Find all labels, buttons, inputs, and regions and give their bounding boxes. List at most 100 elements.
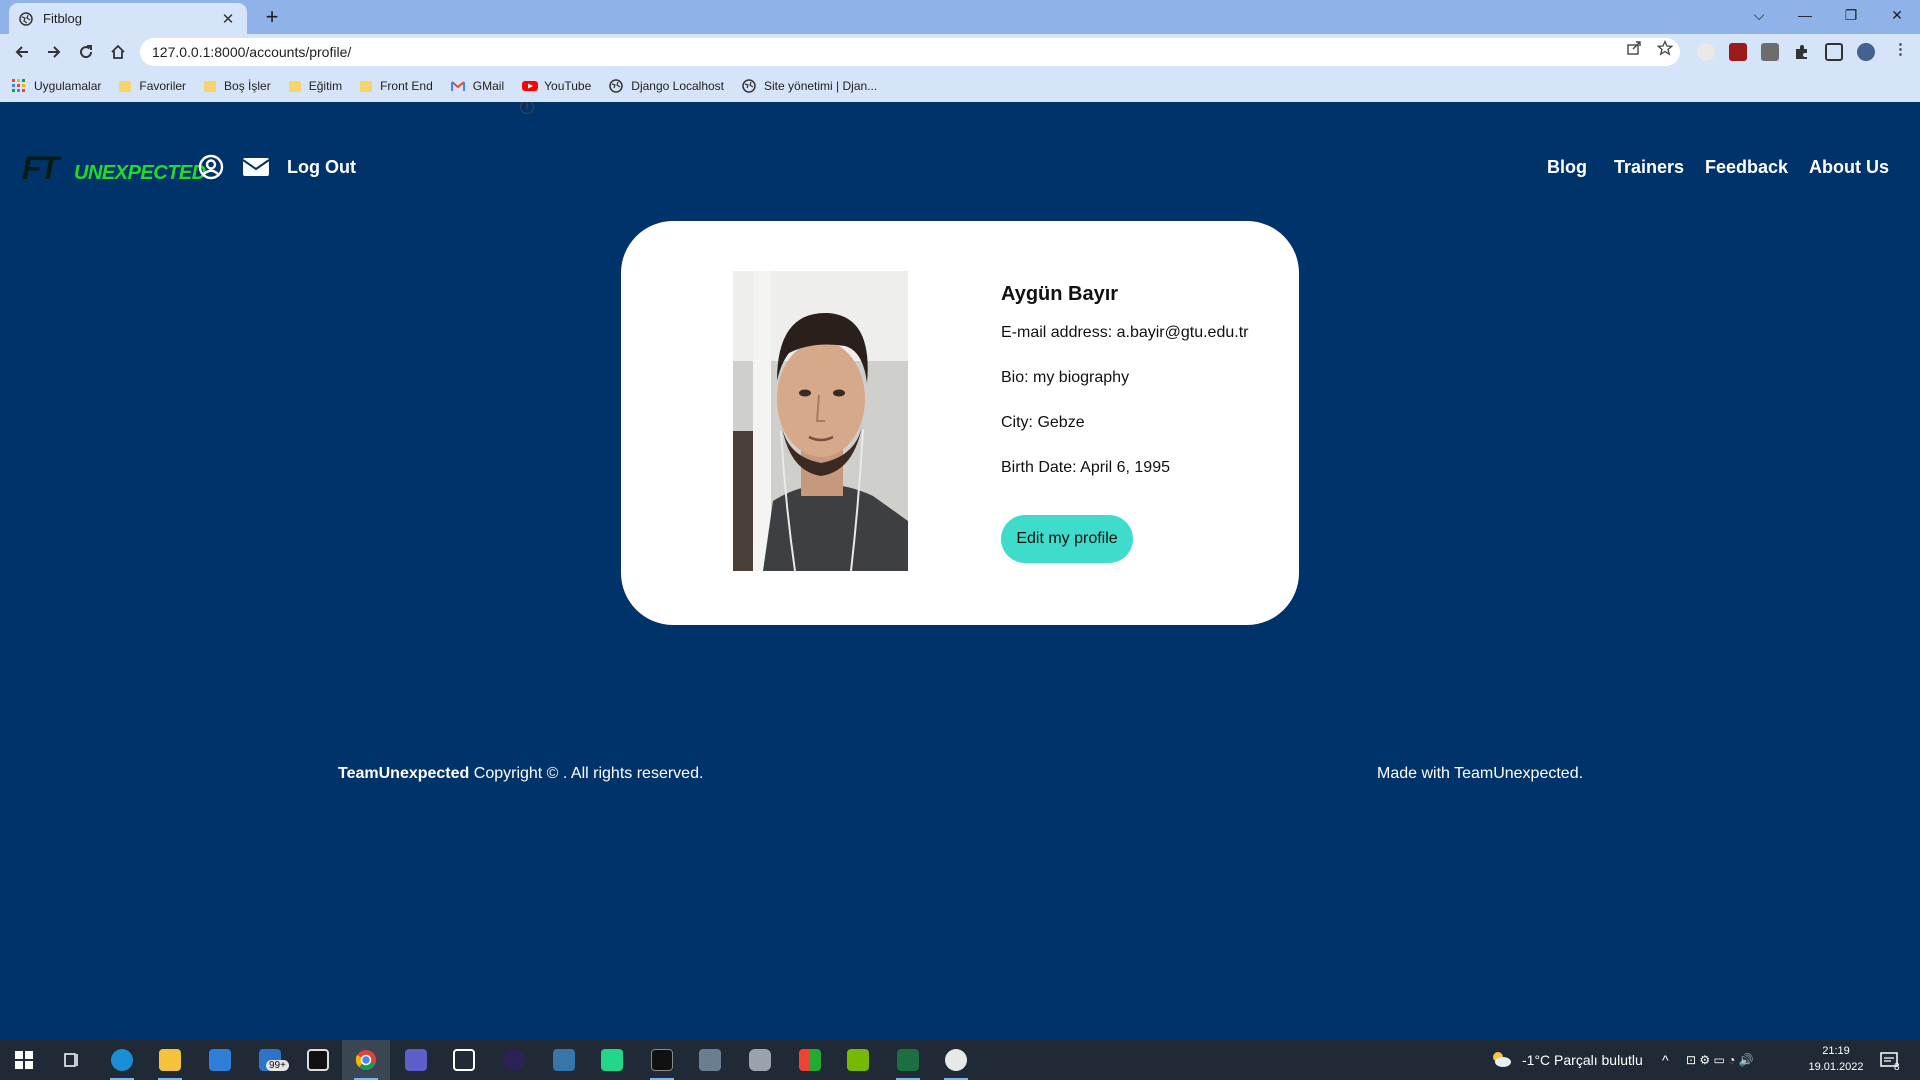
logout-link[interactable]: Log Out — [287, 157, 356, 178]
gmail-icon — [450, 79, 465, 93]
address-bar[interactable]: i 127.0.0.1:8000/accounts/profile/ — [140, 38, 1680, 114]
tab-title: Fitblog — [43, 11, 83, 26]
weather-widget[interactable]: -1°C Parçalı bulutlu — [1490, 1040, 1643, 1080]
start-windows-icon[interactable] — [0, 1040, 48, 1080]
ublock-icon[interactable] — [1729, 43, 1747, 61]
bookmark-egitim[interactable]: Eğitim — [288, 79, 343, 93]
tab-close-icon[interactable]: ✕ — [219, 10, 237, 28]
bookmark-site-yonetimi[interactable]: Site yönetimi | Djan... — [742, 79, 877, 93]
store-icon[interactable] — [196, 1040, 244, 1080]
nav-about-us[interactable]: About Us — [1809, 157, 1889, 178]
folder-icon — [204, 80, 217, 92]
tab-search-icon[interactable]: ⌵ — [1737, 0, 1781, 30]
browser-tab[interactable]: Fitblog ✕ — [9, 3, 247, 34]
folder-icon — [119, 80, 132, 92]
nav-blog[interactable]: Blog — [1547, 157, 1587, 178]
edit-profile-button[interactable]: Edit my profile — [1001, 515, 1133, 563]
site-logo[interactable]: FT UNEXPECTED — [22, 148, 206, 188]
home-icon[interactable] — [104, 38, 132, 66]
bookmark-bos-isler[interactable]: Boş İşler — [204, 79, 271, 93]
folder-icon — [288, 80, 301, 92]
windows-taskbar: 99+ -1°C Parçalı bulutlu ^ ⊡ ⚙ ▭ ◔ 🔊 21:… — [0, 1040, 1920, 1080]
bookmark-apps[interactable]: Uygulamalar — [12, 79, 101, 93]
profile-info: Aygün Bayır E-mail address: a.bayir@gtu.… — [1001, 283, 1291, 476]
apps-grid-icon — [12, 79, 26, 93]
bookmark-front-end[interactable]: Front End — [360, 79, 433, 93]
share-icon[interactable] — [1626, 40, 1642, 60]
bookmark-label: Front End — [380, 79, 433, 93]
excel-icon[interactable] — [884, 1040, 932, 1080]
logo-unexpected: UNEXPECTED — [74, 162, 206, 184]
bookmark-label: Eğitim — [308, 79, 343, 93]
profile-name: Aygün Bayır — [1001, 283, 1119, 305]
envelope-icon[interactable] — [242, 154, 270, 180]
profile-city: City: Gebze — [1001, 414, 1085, 431]
paint-icon[interactable] — [932, 1040, 980, 1080]
task-view-icon[interactable] — [48, 1040, 96, 1080]
clock-time: 21:19 — [1822, 1045, 1850, 1057]
footer-brand: TeamUnexpected — [338, 765, 470, 782]
bookmark-django-localhost[interactable]: Django Localhost — [609, 79, 724, 93]
bookmark-label: YouTube — [544, 79, 592, 93]
bookmark-label: Django Localhost — [631, 79, 725, 93]
terminal-icon[interactable] — [638, 1040, 686, 1080]
bookmark-favoriler[interactable]: Favoriler — [119, 79, 186, 93]
weather-text: -1°C Parçalı bulutlu — [1522, 1052, 1643, 1068]
dolby-icon[interactable] — [294, 1040, 342, 1080]
bookmark-star-icon[interactable] — [1656, 39, 1674, 60]
site-header: FT UNEXPECTED Log Out Blog Trainers Feed… — [0, 102, 1920, 232]
bookmark-label: GMail — [472, 79, 505, 93]
extensions-puzzle-icon[interactable] — [1793, 43, 1811, 61]
show-hidden-icons-icon[interactable]: ^ — [1662, 1040, 1669, 1080]
mail-badge: 99+ — [266, 1060, 289, 1071]
profile-bio: Bio: my biography — [1001, 369, 1130, 386]
side-panel-icon[interactable] — [1825, 43, 1843, 61]
url-text: 127.0.0.1:8000/accounts/profile/ — [152, 44, 352, 60]
nav-trainers[interactable]: Trainers — [1614, 157, 1684, 178]
restore-button[interactable]: ❐ — [1829, 0, 1873, 30]
forward-icon[interactable] — [40, 38, 68, 66]
calculator-icon[interactable] — [686, 1040, 734, 1080]
logo-ft: FT — [22, 150, 59, 186]
globe-icon — [609, 79, 624, 93]
clock-date: 19.01.2022 — [1808, 1061, 1864, 1073]
footer-made-with: Made with TeamUnexpected. — [1377, 765, 1584, 782]
bookmark-youtube[interactable]: YouTube — [522, 79, 591, 93]
taskbar-clock[interactable]: 21:19 19.01.2022 — [1806, 1043, 1866, 1075]
profile-email: E-mail address: a.bayir@gtu.edu.tr — [1001, 324, 1249, 341]
pycharm-icon[interactable] — [588, 1040, 636, 1080]
bookmark-gmail[interactable]: GMail — [450, 79, 505, 93]
mail-icon[interactable]: 99+ — [246, 1040, 294, 1080]
extension-g-icon[interactable] — [1697, 43, 1715, 61]
python-icon[interactable] — [540, 1040, 588, 1080]
user-circle-icon[interactable] — [198, 154, 224, 180]
teams-icon[interactable] — [392, 1040, 440, 1080]
chrome-icon[interactable] — [342, 1040, 390, 1080]
file-explorer-icon[interactable] — [146, 1040, 194, 1080]
reload-icon[interactable] — [72, 38, 100, 66]
new-tab-button[interactable]: + — [258, 3, 286, 31]
bookmark-label: Site yönetimi | Djan... — [764, 79, 878, 93]
3d-box-icon[interactable] — [440, 1040, 488, 1080]
notifications-icon[interactable]: 8 — [1880, 1040, 1900, 1080]
bookmarks-bar: Uygulamalar Favoriler Boş İşler Eğitim F… — [0, 70, 1920, 102]
menu-kebab-icon[interactable]: ⋮ — [1893, 40, 1908, 58]
close-window-button[interactable]: ✕ — [1875, 0, 1919, 30]
eclipse-icon[interactable] — [490, 1040, 538, 1080]
profile-card: Aygün Bayır E-mail address: a.bayir@gtu.… — [621, 221, 1299, 625]
browser-toolbar: i 127.0.0.1:8000/accounts/profile/ ⋮ — [0, 34, 1920, 114]
back-icon[interactable] — [8, 38, 36, 66]
nvidia-icon[interactable] — [834, 1040, 882, 1080]
youtube-icon — [522, 79, 539, 93]
profile-photo — [733, 271, 908, 571]
edge-icon[interactable] — [98, 1040, 146, 1080]
profile-avatar-icon[interactable] — [1857, 43, 1875, 61]
notification-count: 8 — [1894, 1061, 1900, 1073]
minimize-button[interactable]: — — [1783, 0, 1827, 30]
camera-icon[interactable] — [736, 1040, 784, 1080]
office-icon[interactable] — [786, 1040, 834, 1080]
extension-f-icon[interactable] — [1761, 43, 1779, 61]
nav-feedback[interactable]: Feedback — [1705, 157, 1788, 178]
tray-icons[interactable]: ⊡ ⚙ ▭ ◔ 🔊 — [1686, 1040, 1754, 1080]
profile-birth-date: Birth Date: April 6, 1995 — [1001, 459, 1170, 476]
